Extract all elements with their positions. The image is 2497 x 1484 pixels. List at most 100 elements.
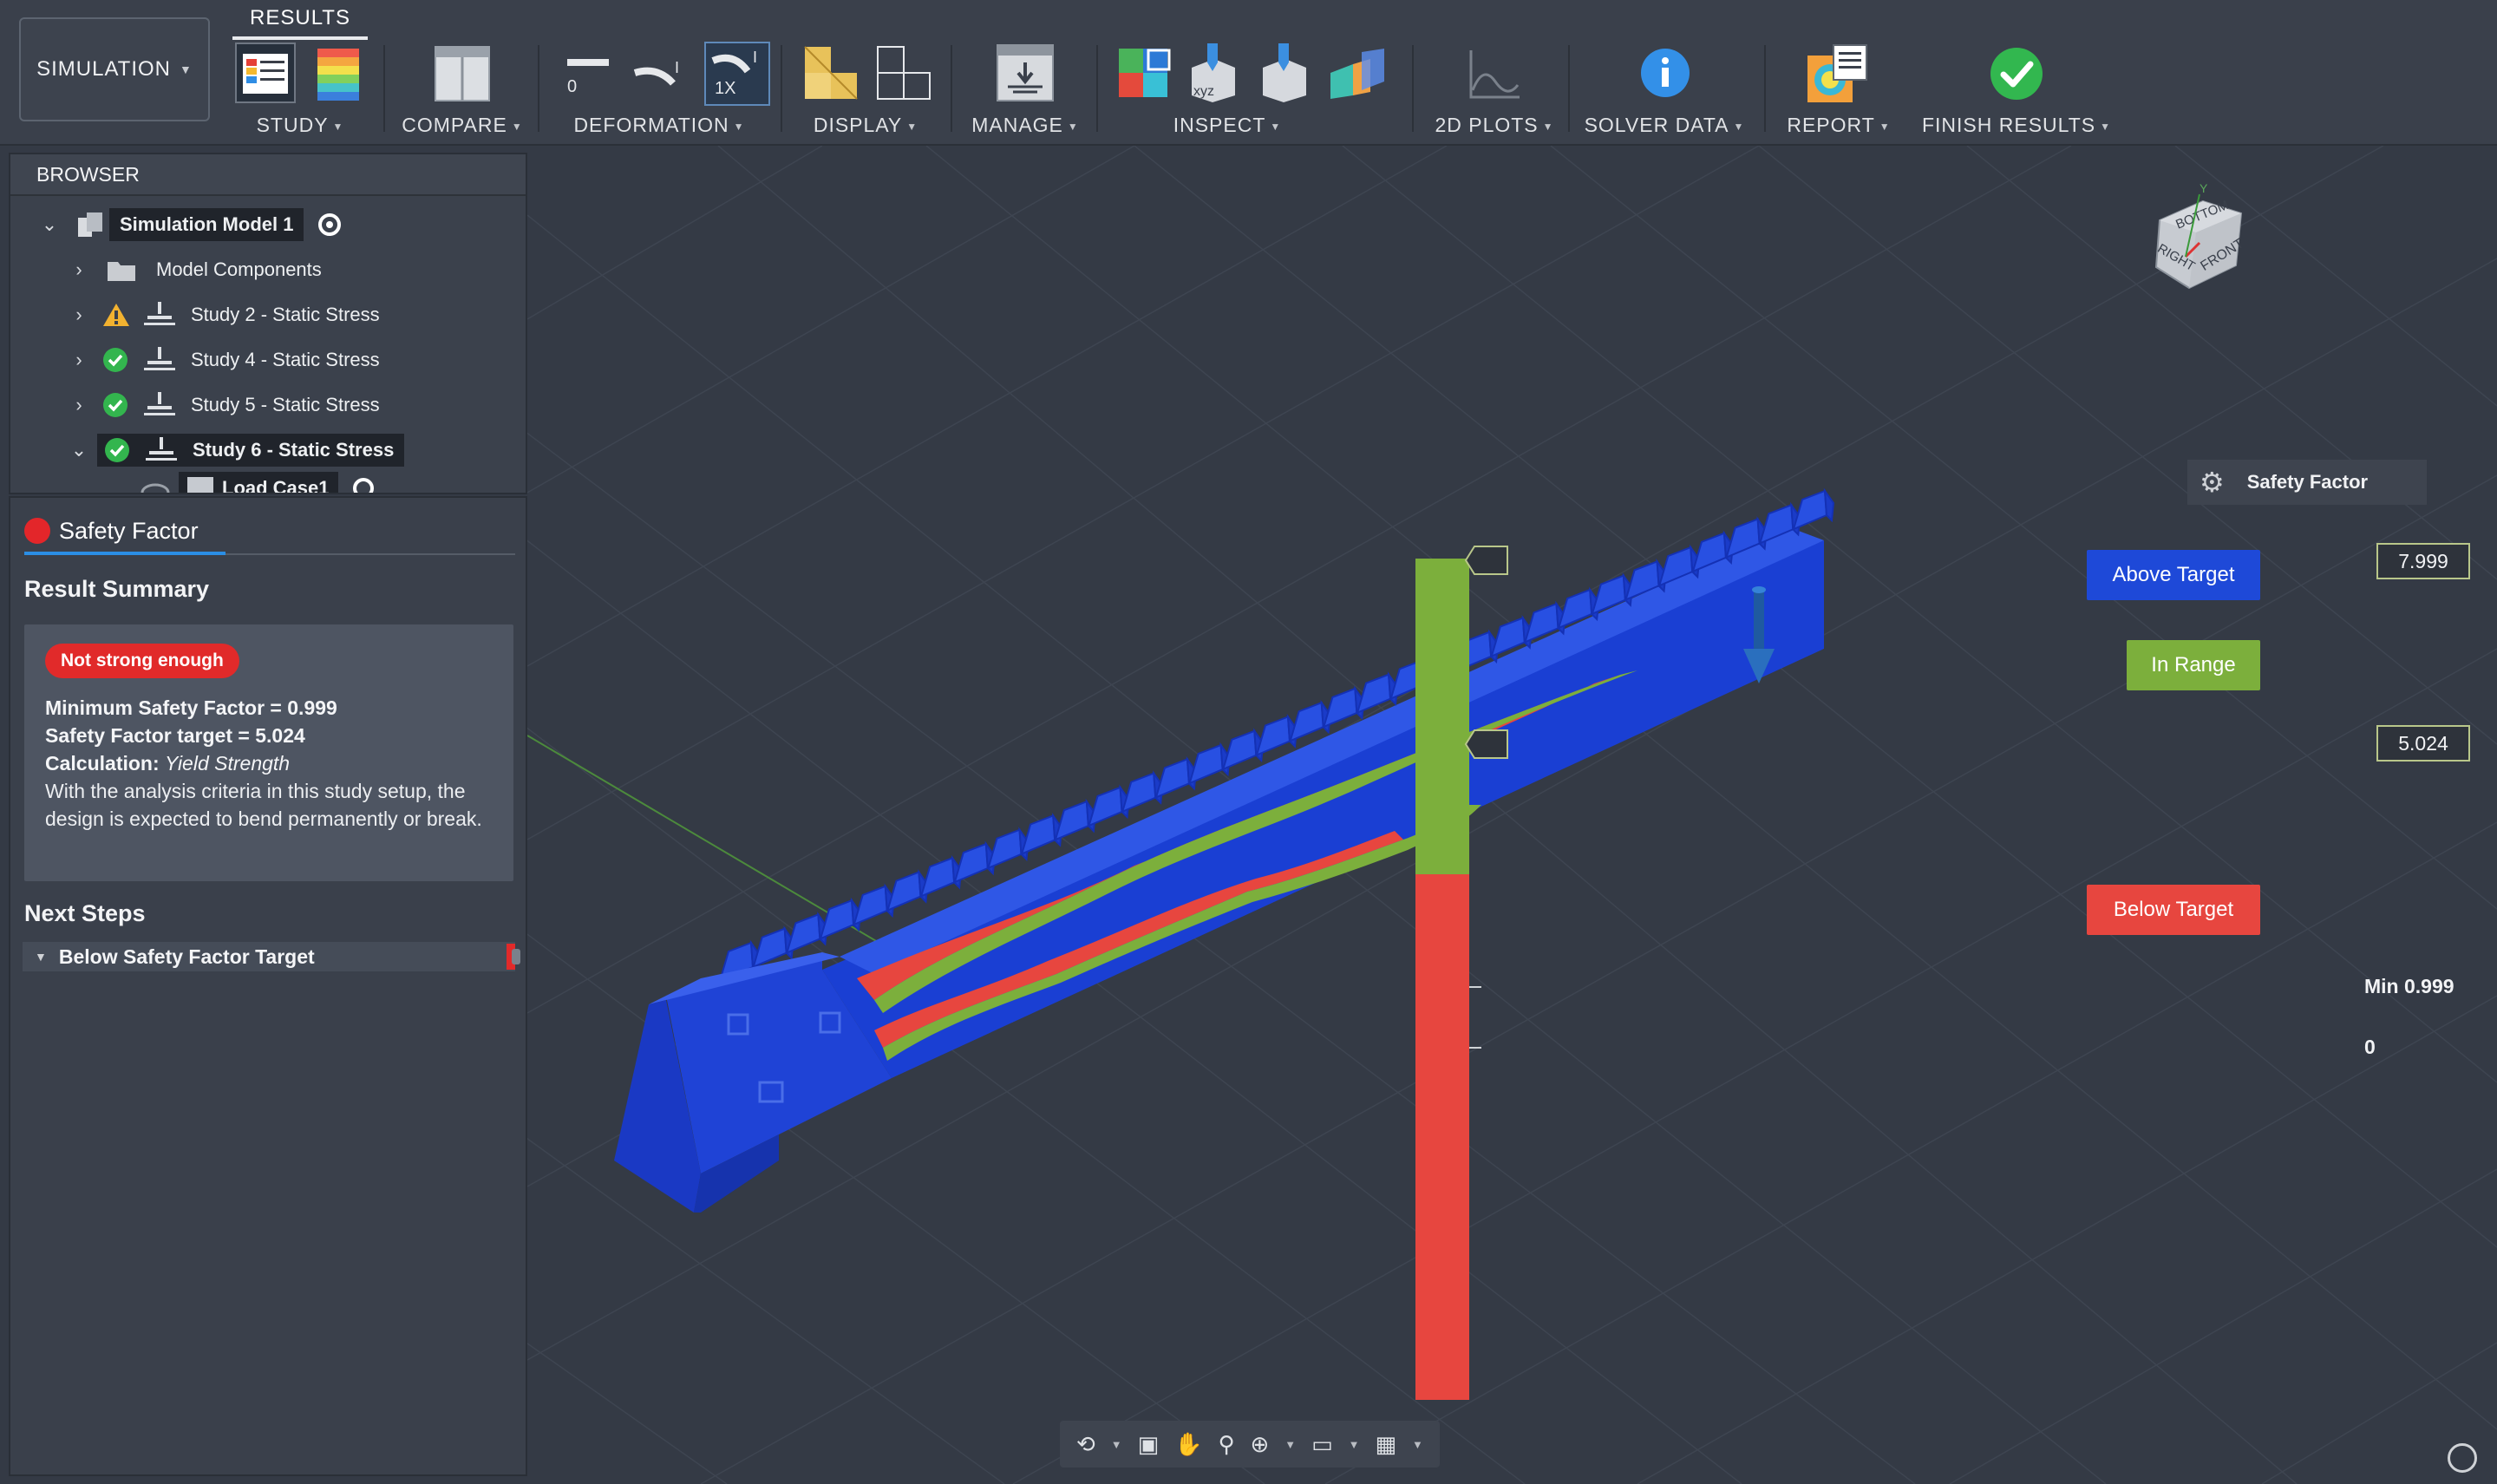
display-settings-icon[interactable]: ▭ [1311, 1431, 1333, 1458]
group-compare: COMPARE ▼ [397, 38, 527, 141]
rack-model[interactable] [614, 487, 1835, 1213]
chevron-down-icon[interactable]: ▼ [1412, 1438, 1423, 1451]
deformation-1x-label: 1X [715, 79, 735, 98]
viewcube-axis-y: Y [2200, 181, 2208, 195]
inspect-results-icon[interactable] [1115, 45, 1173, 102]
in-range-tag: In Range [2127, 640, 2260, 690]
radio-indicator-icon[interactable] [352, 477, 375, 494]
static-stress-icon [144, 392, 175, 415]
deformation-menu[interactable]: DEFORMATION ▼ [555, 114, 763, 137]
info-icon[interactable] [1639, 47, 1691, 99]
gear-icon[interactable]: ⚙ [2200, 466, 2225, 499]
chevron-down-icon[interactable]: ⌄ [66, 439, 92, 461]
orbit-icon[interactable]: ⟲ [1076, 1431, 1095, 1458]
rack-tooth [1255, 716, 1291, 757]
ribbon-toolbar: SIMULATION ▼ RESULTS STUDY ▼ COMPARE ▼ 0… [0, 0, 2497, 146]
workspace-label: SIMULATION [36, 57, 172, 81]
rack-tooth [819, 899, 855, 940]
max-value-field[interactable]: 7.999 [2376, 543, 2470, 579]
tree-item-study-2[interactable]: › Study 2 - Static Stress [66, 295, 390, 335]
pan-hand-icon[interactable]: ✋ [1174, 1431, 1202, 1458]
chevron-down-icon[interactable]: ▼ [1284, 1438, 1296, 1451]
compare-menu[interactable]: COMPARE ▼ [397, 114, 527, 137]
tree-root-label: Simulation Model 1 [109, 208, 304, 241]
tree-item-label: Study 4 - Static Stress [191, 349, 380, 370]
solver-data-menu[interactable]: SOLVER DATA ▼ [1582, 114, 1747, 137]
chevron-down-icon: ▼ [1733, 120, 1745, 133]
deformation-actual-icon[interactable]: I 1X [704, 42, 770, 106]
min-value-label: Min 0.999 [2364, 975, 2455, 997]
probe-icon[interactable] [1254, 42, 1311, 104]
finish-results-menu[interactable]: FINISH RESULTS ▼ [1917, 114, 2116, 137]
grid-settings-icon[interactable]: ▦ [1376, 1431, 1397, 1458]
max-slider-handle[interactable] [1464, 546, 1508, 575]
eye-icon[interactable] [141, 479, 170, 494]
target-value-field[interactable]: 5.024 [2376, 725, 2470, 762]
above-target-tag: Above Target [2087, 550, 2260, 600]
display-menu[interactable]: DISPLAY ▼ [794, 114, 937, 137]
target-slider-handle[interactable] [1464, 729, 1508, 759]
chevron-down-icon: ▼ [906, 120, 918, 133]
surface-plot-icon[interactable] [803, 45, 859, 101]
compare-icon[interactable] [434, 45, 491, 102]
tree-item-load-case[interactable]: Load Case1 [141, 472, 375, 494]
tab-results[interactable]: RESULTS [232, 0, 368, 40]
corner-status-icon[interactable] [2448, 1443, 2477, 1473]
tree-item-study-4[interactable]: › Study 4 - Static Stress [66, 340, 390, 380]
summary-description: With the analysis criteria in this study… [45, 780, 482, 830]
deformation-zero-icon[interactable]: 0 [562, 47, 614, 99]
chevron-right-icon[interactable]: › [66, 394, 92, 416]
report-menu[interactable]: REPORT ▼ [1778, 114, 1899, 137]
result-summary-heading: Result Summary [24, 576, 210, 602]
chevron-right-icon[interactable]: › [66, 349, 92, 371]
tree-item-model-components[interactable]: › Model Components [66, 250, 332, 290]
svg-text:I: I [675, 59, 679, 76]
group-solver-data: SOLVER DATA ▼ [1582, 38, 1747, 141]
rack-tooth [886, 871, 922, 912]
tree-root[interactable]: ⌄ Simulation Model 1 [36, 205, 342, 245]
deformation-adjusted-icon[interactable]: I [631, 47, 687, 99]
plot-graph-icon[interactable] [1466, 47, 1521, 102]
next-steps-item[interactable]: ▼ Below Safety Factor Target [23, 942, 515, 971]
section-analysis-icon[interactable] [1327, 47, 1388, 102]
rack-tooth [1221, 729, 1258, 771]
chevron-right-icon[interactable]: › [66, 304, 92, 326]
study-menu[interactable]: STUDY ▼ [227, 114, 373, 137]
probe-xyz-icon[interactable]: xyz [1183, 42, 1240, 104]
study-report-icon[interactable] [234, 42, 297, 104]
report-icon[interactable] [1806, 43, 1868, 104]
check-circle-icon [103, 393, 127, 417]
min-safety-factor: Minimum Safety Factor = 0.999 [45, 696, 337, 719]
mesh-display-icon[interactable] [876, 45, 931, 101]
zoom-icon[interactable]: ⚲ [1218, 1431, 1234, 1458]
view-cube[interactable]: BOTTOM FRONT RIGHT Y [2155, 181, 2247, 290]
rack-tooth [1088, 786, 1123, 827]
inspect-menu[interactable]: INSPECT ▼ [1058, 114, 1396, 137]
chevron-down-icon[interactable]: ⌄ [36, 213, 62, 236]
static-stress-icon [144, 302, 175, 325]
rack-tooth [1356, 673, 1392, 715]
manage-settings-icon[interactable] [996, 43, 1055, 102]
chevron-down-icon[interactable]: ▼ [1349, 1438, 1360, 1451]
legend-colors-icon[interactable] [317, 49, 359, 101]
chevron-right-icon[interactable]: › [66, 258, 92, 281]
collapse-triangle-icon[interactable]: ▼ [35, 950, 47, 964]
chevron-down-icon[interactable]: ▼ [1111, 1438, 1122, 1451]
rack-tooth [953, 842, 989, 884]
workspace-switcher[interactable]: SIMULATION ▼ [19, 17, 210, 121]
scrollbar[interactable] [512, 949, 520, 964]
radio-indicator-icon[interactable] [317, 212, 342, 237]
3d-viewport[interactable]: BOTTOM FRONT RIGHT Y [527, 146, 2497, 1484]
finish-check-icon[interactable] [1990, 47, 2043, 101]
tree-item-study-5[interactable]: › Study 5 - Static Stress [66, 385, 390, 425]
warning-icon [103, 304, 129, 326]
check-circle-icon [105, 438, 129, 462]
tree-item-label: Load Case1 [222, 477, 330, 494]
rack-tooth [1121, 772, 1157, 814]
2d-plots-menu[interactable]: 2D PLOTS ▼ [1429, 114, 1559, 137]
fit-icon[interactable]: ⊕ [1251, 1431, 1270, 1458]
look-at-icon[interactable]: ▣ [1138, 1431, 1160, 1458]
group-report: REPORT ▼ [1778, 38, 1899, 141]
navigation-bar: ⟲ ▼ ▣ ✋ ⚲ ⊕ ▼ ▭ ▼ ▦ ▼ [1060, 1421, 1440, 1468]
tree-item-study-6[interactable]: ⌄ Study 6 - Static Stress [66, 430, 405, 470]
